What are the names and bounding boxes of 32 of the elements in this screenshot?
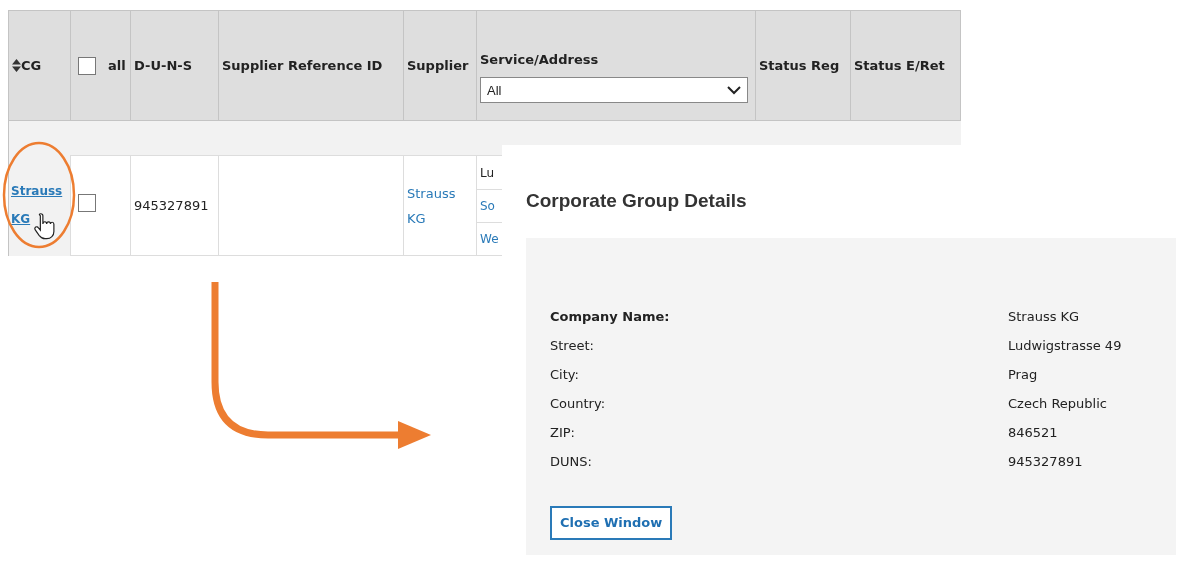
checkbox[interactable] — [78, 193, 96, 212]
field-value: Strauss KG — [1008, 307, 1080, 326]
field-label: ZIP: — [550, 423, 576, 442]
field-value: 945327891 — [1008, 452, 1083, 471]
checkbox[interactable] — [78, 56, 96, 75]
column-header: D-U-N-S — [134, 57, 193, 73]
field-label: Country: — [550, 394, 607, 413]
column-header: Status Reg — [759, 57, 840, 73]
column-header: Status E/Ret — [854, 57, 945, 73]
field-value: Prag — [1008, 365, 1038, 384]
field-label: DUNS: — [550, 452, 593, 471]
field-label: Street: — [550, 336, 595, 355]
column-header: Service/Address — [480, 50, 600, 69]
field-label: City: — [550, 365, 580, 384]
column-header: all — [108, 56, 126, 75]
field-value: Czech Republic — [1008, 394, 1107, 413]
close-window-button[interactable]: Close Window — [550, 506, 673, 540]
sort-icon[interactable] — [12, 59, 21, 72]
chevron-down-icon — [727, 85, 741, 95]
column-header: CG — [21, 56, 42, 75]
column-header: Supplier Reference ID — [222, 57, 383, 73]
column-header: Supplier — [407, 57, 469, 73]
filter-dropdown[interactable]: All — [480, 77, 748, 104]
address-link[interactable]: We — [480, 230, 499, 248]
field-value: Ludwigstrasse 49 — [1008, 336, 1122, 355]
address-text: Lu — [480, 164, 495, 182]
field-value: 846521 — [1008, 423, 1058, 442]
table-cell: 945327891 — [134, 197, 209, 213]
address-link[interactable]: So — [480, 197, 495, 215]
field-label: Company Name: — [550, 307, 671, 326]
dialog-title: Corporate Group Details — [526, 189, 748, 213]
hand-cursor-icon — [34, 212, 56, 240]
